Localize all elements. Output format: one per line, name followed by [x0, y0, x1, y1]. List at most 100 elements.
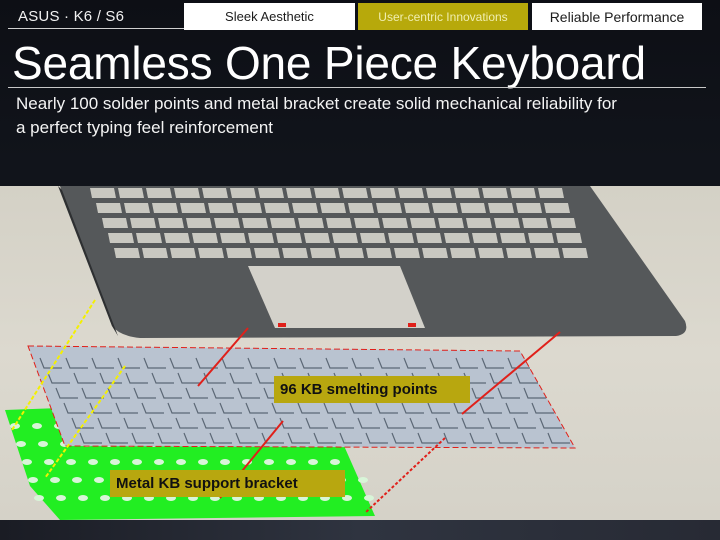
palmrest-key-cutout — [494, 218, 520, 228]
palmrest-key-cutout — [90, 188, 116, 198]
palmrest-key-cutout — [348, 203, 374, 213]
palmrest-key-cutout — [332, 233, 358, 243]
palmrest-key-cutout — [438, 218, 464, 228]
tab-sleek-aesthetic[interactable]: Sleek Aesthetic — [184, 3, 355, 30]
palmrest-key-cutout — [510, 188, 536, 198]
palmrest-key-cutout — [426, 188, 452, 198]
palmrest-key-cutout — [292, 203, 318, 213]
callout-support-bracket: Metal KB support bracket — [110, 470, 345, 497]
callout-smelting-points: 96 KB smelting points — [274, 376, 470, 403]
palmrest-key-cutout — [522, 218, 548, 228]
brand-divider — [8, 28, 184, 29]
bracket-hole — [330, 459, 340, 465]
figure-drawing — [5, 186, 687, 520]
tab-reliable-performance[interactable]: Reliable Performance — [532, 3, 702, 30]
palmrest-key-cutout — [538, 188, 564, 198]
bracket-hole — [22, 459, 32, 465]
palmrest-key-cutout — [118, 188, 144, 198]
palmrest-key-cutout — [544, 203, 570, 213]
touchpad-marker-left — [278, 323, 286, 327]
palmrest-key-cutout — [338, 248, 364, 258]
palmrest-key-cutout — [472, 233, 498, 243]
palmrest-key-cutout — [450, 248, 476, 258]
description-line-1: Nearly 100 solder points and metal brack… — [16, 94, 617, 113]
footer-band — [0, 520, 720, 540]
bracket-hole — [16, 441, 26, 447]
palmrest-key-cutout — [270, 218, 296, 228]
palmrest-key-cutout — [478, 248, 504, 258]
bracket-hole — [72, 477, 82, 483]
palmrest-key-cutout — [528, 233, 554, 243]
bracket-hole — [78, 495, 88, 501]
palmrest-key-cutout — [146, 188, 172, 198]
tab-user-centric-innovations[interactable]: User-centric Innovations — [358, 3, 528, 30]
palmrest-key-cutout — [236, 203, 262, 213]
bracket-hole — [220, 459, 230, 465]
bracket-hole — [286, 459, 296, 465]
palmrest-key-cutout — [534, 248, 560, 258]
palmrest-key-cutout — [130, 218, 156, 228]
palmrest-key-cutout — [550, 218, 576, 228]
palmrest-key-cutout — [444, 233, 470, 243]
palmrest-key-cutout — [124, 203, 150, 213]
palmrest-key-cutout — [360, 233, 386, 243]
red-arrow-3 — [364, 437, 446, 514]
palmrest-key-cutout — [208, 203, 234, 213]
palmrest-key-cutout — [460, 203, 486, 213]
palmrest-key-cutout — [170, 248, 196, 258]
bracket-hole — [50, 477, 60, 483]
bracket-hole — [94, 477, 104, 483]
palmrest-key-cutout — [354, 218, 380, 228]
palmrest-key-cutout — [202, 188, 228, 198]
palmrest-key-cutout — [304, 233, 330, 243]
bracket-hole — [308, 459, 318, 465]
bracket-hole — [32, 423, 42, 429]
bracket-hole — [88, 459, 98, 465]
description-line-2: a perfect typing feel reinforcement — [16, 118, 274, 137]
palmrest-key-cutout — [506, 248, 532, 258]
palmrest-key-cutout — [192, 233, 218, 243]
palmrest-key-cutout — [254, 248, 280, 258]
keyboard-exploded-figure — [0, 186, 720, 520]
slide-description: Nearly 100 solder points and metal brack… — [16, 92, 720, 140]
bracket-hole — [34, 495, 44, 501]
bracket-hole — [358, 477, 368, 483]
palmrest-key-cutout — [96, 203, 122, 213]
slide-title: Seamless One Piece Keyboard — [12, 37, 646, 89]
palmrest-key-cutout — [482, 188, 508, 198]
palmrest-key-cutout — [382, 218, 408, 228]
palmrest-key-cutout — [108, 233, 134, 243]
palmrest-key-cutout — [282, 248, 308, 258]
bracket-hole — [198, 459, 208, 465]
palmrest-key-cutout — [562, 248, 588, 258]
palmrest-key-cutout — [516, 203, 542, 213]
palmrest-key-cutout — [298, 218, 324, 228]
palmrest-key-cutout — [102, 218, 128, 228]
palmrest-key-cutout — [248, 233, 274, 243]
palmrest-key-cutout — [180, 203, 206, 213]
touchpad — [248, 266, 425, 328]
bracket-hole — [28, 477, 38, 483]
palmrest-key-cutout — [466, 218, 492, 228]
bracket-hole — [132, 459, 142, 465]
palmrest-key-cutout — [366, 248, 392, 258]
palmrest-key-cutout — [164, 233, 190, 243]
palmrest-key-cutout — [376, 203, 402, 213]
palmrest-key-cutout — [320, 203, 346, 213]
bracket-hole — [38, 441, 48, 447]
palmrest-key-cutout — [230, 188, 256, 198]
palmrest-key-cutout — [214, 218, 240, 228]
palmrest-key-cutout — [242, 218, 268, 228]
bracket-hole — [100, 495, 110, 501]
palmrest-key-cutout — [314, 188, 340, 198]
palmrest-key-cutout — [186, 218, 212, 228]
palmrest-key-cutout — [114, 248, 140, 258]
bracket-hole — [44, 459, 54, 465]
touchpad-marker-right — [408, 323, 416, 327]
palmrest-key-cutout — [136, 233, 162, 243]
bracket-hole — [66, 459, 76, 465]
palmrest-key-cutout — [226, 248, 252, 258]
brand-label: ASUS · K6 / S6 — [18, 8, 125, 25]
palmrest-key-cutout — [174, 188, 200, 198]
palmrest-key-cutout — [556, 233, 582, 243]
